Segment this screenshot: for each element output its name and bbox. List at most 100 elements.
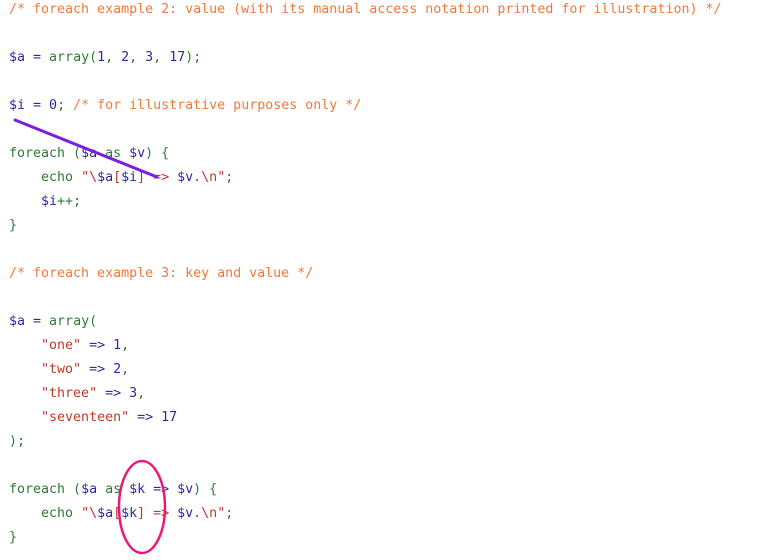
code-token-plain: echo — [9, 170, 82, 185]
code-token-str: .\n" — [193, 506, 226, 521]
code-token-plain: , — [121, 362, 130, 377]
code-token-plain: ; — [225, 506, 234, 521]
code-token-str: "\ — [81, 506, 98, 521]
code-token-var: $v — [177, 170, 194, 185]
code-token-str: "seventeen" — [41, 410, 130, 425]
code-token-op: = — [25, 50, 50, 65]
code-line: $i = 0; /* for illustrative purposes onl… — [9, 96, 721, 120]
code-token-var: $a — [81, 146, 98, 161]
code-token-op: => — [81, 362, 114, 377]
code-token-plain: ; — [57, 98, 74, 113]
code-token-plain: foreach ( — [9, 482, 82, 497]
code-token-plain: } — [9, 218, 18, 233]
code-token-str: "three" — [41, 386, 98, 401]
code-token-var: $i — [121, 170, 138, 185]
code-line: } — [9, 216, 721, 240]
code-token-op: => — [81, 338, 114, 353]
code-token-var: $v — [177, 506, 194, 521]
code-token-plain: echo — [9, 506, 82, 521]
code-token-var: $a — [81, 482, 98, 497]
code-token-plain: ) { — [145, 146, 170, 161]
code-line: ​ — [9, 72, 721, 96]
code-token-str: ] => — [137, 506, 178, 521]
code-line: } — [9, 528, 721, 552]
code-token-var: $a — [97, 506, 114, 521]
code-editor: /* foreach example 2: value (with its ma… — [9, 0, 721, 552]
code-line: "one" => 1, — [9, 336, 721, 360]
code-token-op: => — [129, 410, 162, 425]
code-token-plain: , — [137, 386, 146, 401]
code-line: $a = array(1, 2, 3, 17); — [9, 48, 721, 72]
code-token-str: "two" — [41, 362, 82, 377]
code-token-op: => — [97, 386, 130, 401]
code-line: /* foreach example 2: value (with its ma… — [9, 0, 721, 24]
code-token-plain: ) { — [193, 482, 218, 497]
code-token-var: $v — [177, 482, 194, 497]
code-token-var: $v — [129, 146, 146, 161]
code-token-str: [ — [113, 170, 122, 185]
code-token-plain: ); — [9, 434, 26, 449]
code-token-plain: foreach ( — [9, 146, 82, 161]
code-token-plain: array( — [49, 314, 98, 329]
code-token-var: $k — [121, 506, 138, 521]
code-line: $i++; — [9, 192, 721, 216]
code-token-var: $a — [9, 50, 26, 65]
code-token-str: "one" — [41, 338, 82, 353]
code-token-num: 17 — [161, 410, 178, 425]
code-token-num: 3 — [145, 50, 154, 65]
code-token-num: 17 — [169, 50, 186, 65]
code-token-num: 0 — [49, 98, 58, 113]
code-token-comment: /* foreach example 2: value (with its ma… — [9, 2, 722, 17]
code-line: "three" => 3, — [9, 384, 721, 408]
code-token-var: $k — [129, 482, 146, 497]
code-token-num: 1 — [97, 50, 106, 65]
code-token-plain: array( — [49, 50, 98, 65]
code-token-plain: as — [97, 482, 130, 497]
code-token-comment: /* for illustrative purposes only */ — [73, 98, 362, 113]
code-token-plain: , — [105, 50, 122, 65]
code-token-num: 2 — [113, 362, 122, 377]
code-line: ); — [9, 432, 721, 456]
code-token-str: .\n" — [193, 170, 226, 185]
code-token-str: ] => — [137, 170, 178, 185]
code-token-var: $a — [9, 314, 26, 329]
code-line: ​ — [9, 120, 721, 144]
code-line: "two" => 2, — [9, 360, 721, 384]
code-token-plain: ; — [225, 170, 234, 185]
code-token-op: = — [25, 314, 50, 329]
code-token-num: 1 — [113, 338, 122, 353]
code-token-str: "\ — [81, 170, 98, 185]
code-token-num: 3 — [129, 386, 138, 401]
code-line: foreach ($a as $k => $v) { — [9, 480, 721, 504]
code-line: ​ — [9, 456, 721, 480]
code-token-var: $i — [9, 98, 26, 113]
code-token-op: = — [25, 98, 50, 113]
code-line: ​ — [9, 288, 721, 312]
code-line: echo "\$a[$k] => $v.\n"; — [9, 504, 721, 528]
code-token-var: $a — [97, 170, 114, 185]
code-token-op: => — [145, 482, 178, 497]
code-line: $a = array( — [9, 312, 721, 336]
code-line: ​ — [9, 24, 721, 48]
code-line: foreach ($a as $v) { — [9, 144, 721, 168]
code-token-num: 2 — [121, 50, 130, 65]
code-line: echo "\$a[$i] => $v.\n"; — [9, 168, 721, 192]
code-token-plain: ); — [185, 50, 202, 65]
code-token-plain: ++; — [57, 194, 82, 209]
code-line: "seventeen" => 17 — [9, 408, 721, 432]
code-token-comment: /* foreach example 3: key and value */ — [9, 266, 314, 281]
code-token-plain: } — [9, 530, 18, 545]
code-token-var: $i — [41, 194, 58, 209]
code-token-plain: as — [97, 146, 130, 161]
code-token-plain: , — [129, 50, 146, 65]
code-token-plain: , — [121, 338, 130, 353]
code-token-plain: , — [153, 50, 170, 65]
code-line: /* foreach example 3: key and value */ — [9, 264, 721, 288]
code-token-str: [ — [113, 506, 122, 521]
code-line: ​ — [9, 240, 721, 264]
